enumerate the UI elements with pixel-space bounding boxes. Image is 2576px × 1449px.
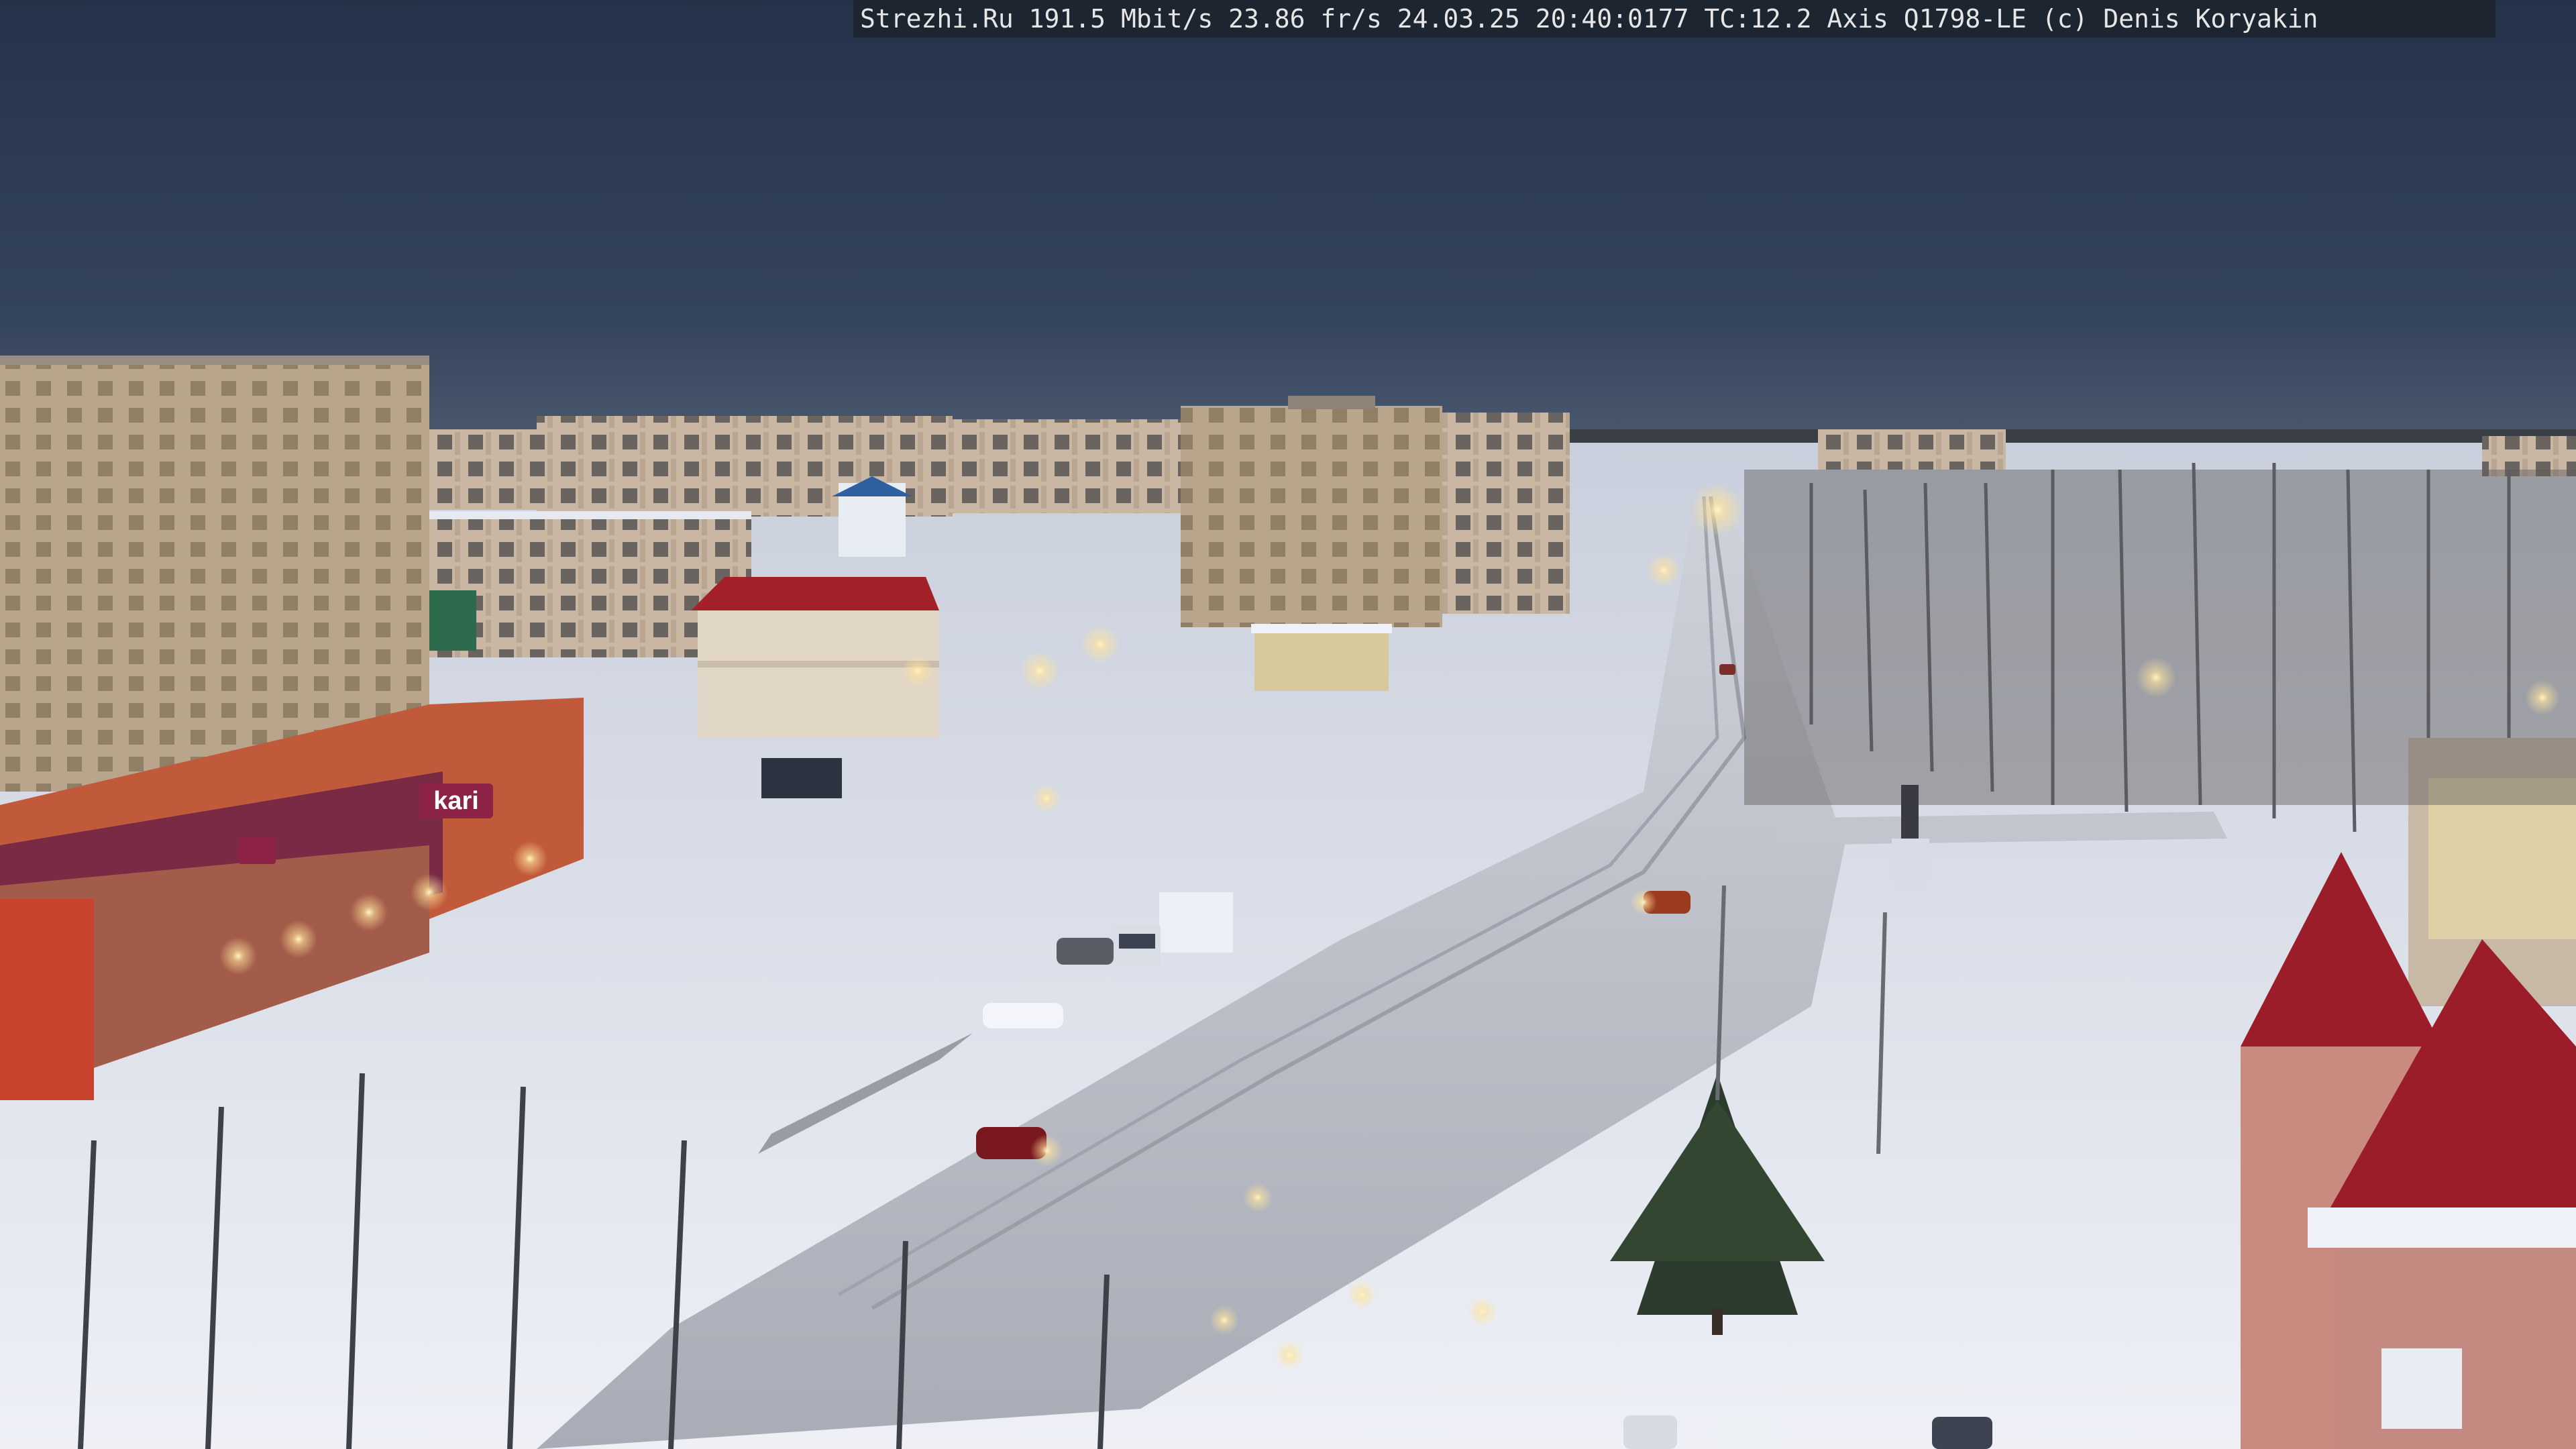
pavilion-roof-snow [1251,624,1392,633]
tall-apartment-building [1181,396,1570,627]
camera-info-overlay: Strezhi.Ru 191.5 Mbit/s 23.86 fr/s 24.03… [853,0,2496,38]
overlay-time: 20:40:0177 [1535,4,1689,34]
forest-mass [1744,470,2576,805]
overlay-date: 24.03.25 [1397,4,1520,34]
red-roof-building [691,577,939,738]
overlay-credit: (c) Denis Koryakin [2041,4,2318,34]
overlay-camera: Axis Q1798-LE [1827,4,2027,34]
police-car [983,1003,1063,1028]
overlay-site: Strezhi.Ru [860,4,1014,34]
city-snow-scene: kari [0,0,2576,1449]
dark-car [1057,938,1114,965]
parked-car-3 [1932,1417,1992,1449]
overlay-bitrate: 191.5 Mbit/s [1028,4,1214,34]
svg-text:kari: kari [433,787,479,815]
billboard [761,758,842,798]
distant-car [1719,664,1735,675]
overlay-tc: TC:12.2 [1704,4,1812,34]
parked-car-1 [1623,1415,1677,1449]
overlay-framerate: 23.86 fr/s [1228,4,1382,34]
parked-car-2 [1717,1414,1778,1449]
small-pavilion [1254,631,1389,691]
